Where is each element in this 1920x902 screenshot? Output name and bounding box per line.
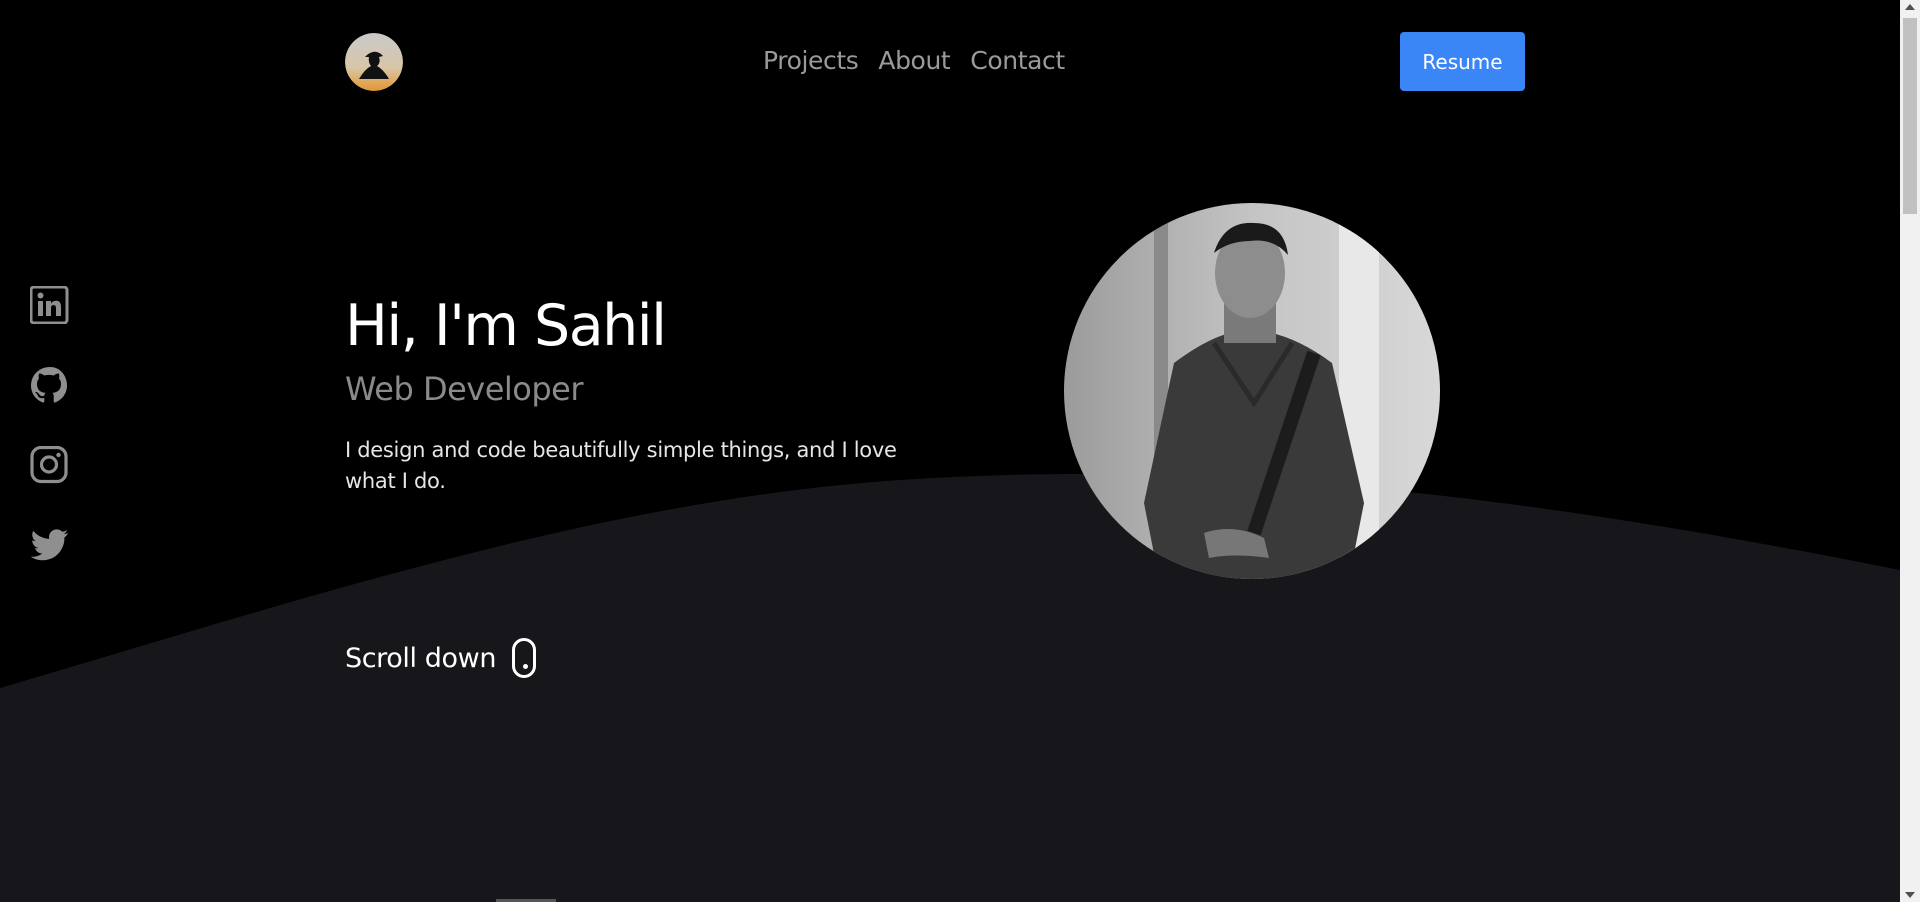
top-navigation-bar: Projects About Contact Resume [345, 32, 1525, 92]
scroll-down-label: Scroll down [345, 642, 497, 674]
github-link[interactable] [30, 366, 70, 403]
github-icon [31, 367, 67, 403]
resume-button[interactable]: Resume [1400, 32, 1525, 91]
background-wave [0, 0, 1920, 902]
hero-title: Hi, I'm Sahil [345, 293, 667, 359]
hero-subtitle: Web Developer [345, 370, 584, 408]
social-links [30, 286, 70, 562]
scroll-down-arrow-icon[interactable] [1905, 892, 1915, 898]
mouse-icon [512, 638, 537, 678]
linkedin-link[interactable] [30, 286, 70, 324]
hero-section: Hi, I'm Sahil Web Developer I design and… [345, 285, 945, 497]
main-nav: Projects About Contact [763, 46, 1065, 75]
instagram-link[interactable] [30, 446, 70, 484]
twitter-link[interactable] [30, 526, 70, 562]
scroll-up-arrow-icon[interactable] [1905, 4, 1915, 10]
linkedin-icon [30, 286, 69, 324]
page-scrollbar[interactable] [1900, 0, 1920, 902]
avatar-silhouette-logo [345, 33, 403, 91]
instagram-icon [30, 446, 68, 484]
scroll-down-link[interactable]: Scroll down [345, 638, 537, 678]
home-logo[interactable] [345, 33, 403, 91]
nav-link-about[interactable]: About [878, 46, 950, 75]
nav-link-projects[interactable]: Projects [763, 46, 859, 75]
hero-description: I design and code beautifully simple thi… [345, 438, 897, 493]
twitter-icon [30, 529, 68, 561]
profile-photo [1064, 203, 1440, 579]
scrollbar-thumb[interactable] [1903, 18, 1917, 214]
nav-link-contact[interactable]: Contact [970, 46, 1065, 75]
